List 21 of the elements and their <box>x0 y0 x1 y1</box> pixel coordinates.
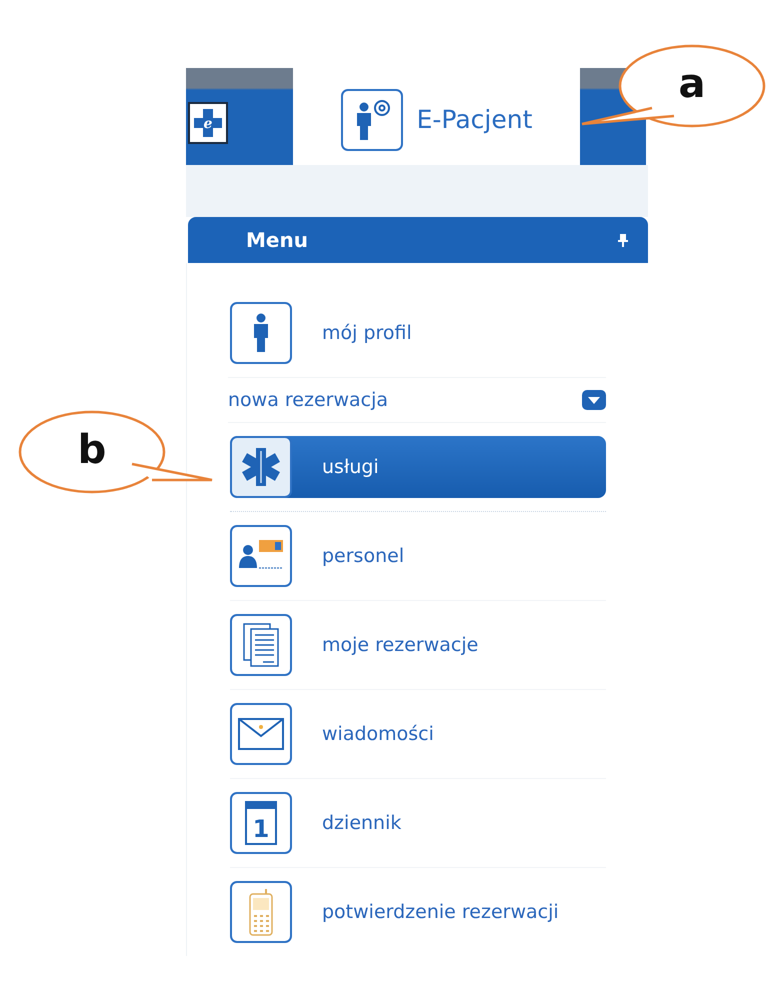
tab-title: E-Pacjent <box>416 105 532 134</box>
pin-icon[interactable] <box>618 233 628 247</box>
person-at-icon <box>340 88 403 150</box>
calendar-icon: 1 <box>245 801 277 845</box>
menu-item[interactable]: potwierdzenie rezerwacji <box>230 881 606 943</box>
chevron-down-icon <box>582 390 606 410</box>
menu-item[interactable]: usługi <box>230 436 606 498</box>
menu-item[interactable]: personel <box>230 525 606 587</box>
menu-item[interactable]: wiadomości <box>230 703 606 765</box>
logo-icon: e <box>188 102 228 144</box>
documents-icon <box>241 622 281 668</box>
star-of-life-icon <box>240 446 282 488</box>
menu-item[interactable]: mój profil <box>230 302 606 364</box>
envelope-icon <box>238 718 284 750</box>
mobile-phone-icon <box>248 888 274 936</box>
menu-title: Menu <box>246 228 308 252</box>
menu-group-header[interactable]: nowa rezerwacja <box>228 377 606 423</box>
menu-item[interactable]: moje rezerwacje <box>230 614 606 676</box>
callout-label: b <box>76 426 108 475</box>
callout-label: a <box>678 60 706 109</box>
menu-item[interactable]: 1 dziennik <box>230 792 606 854</box>
